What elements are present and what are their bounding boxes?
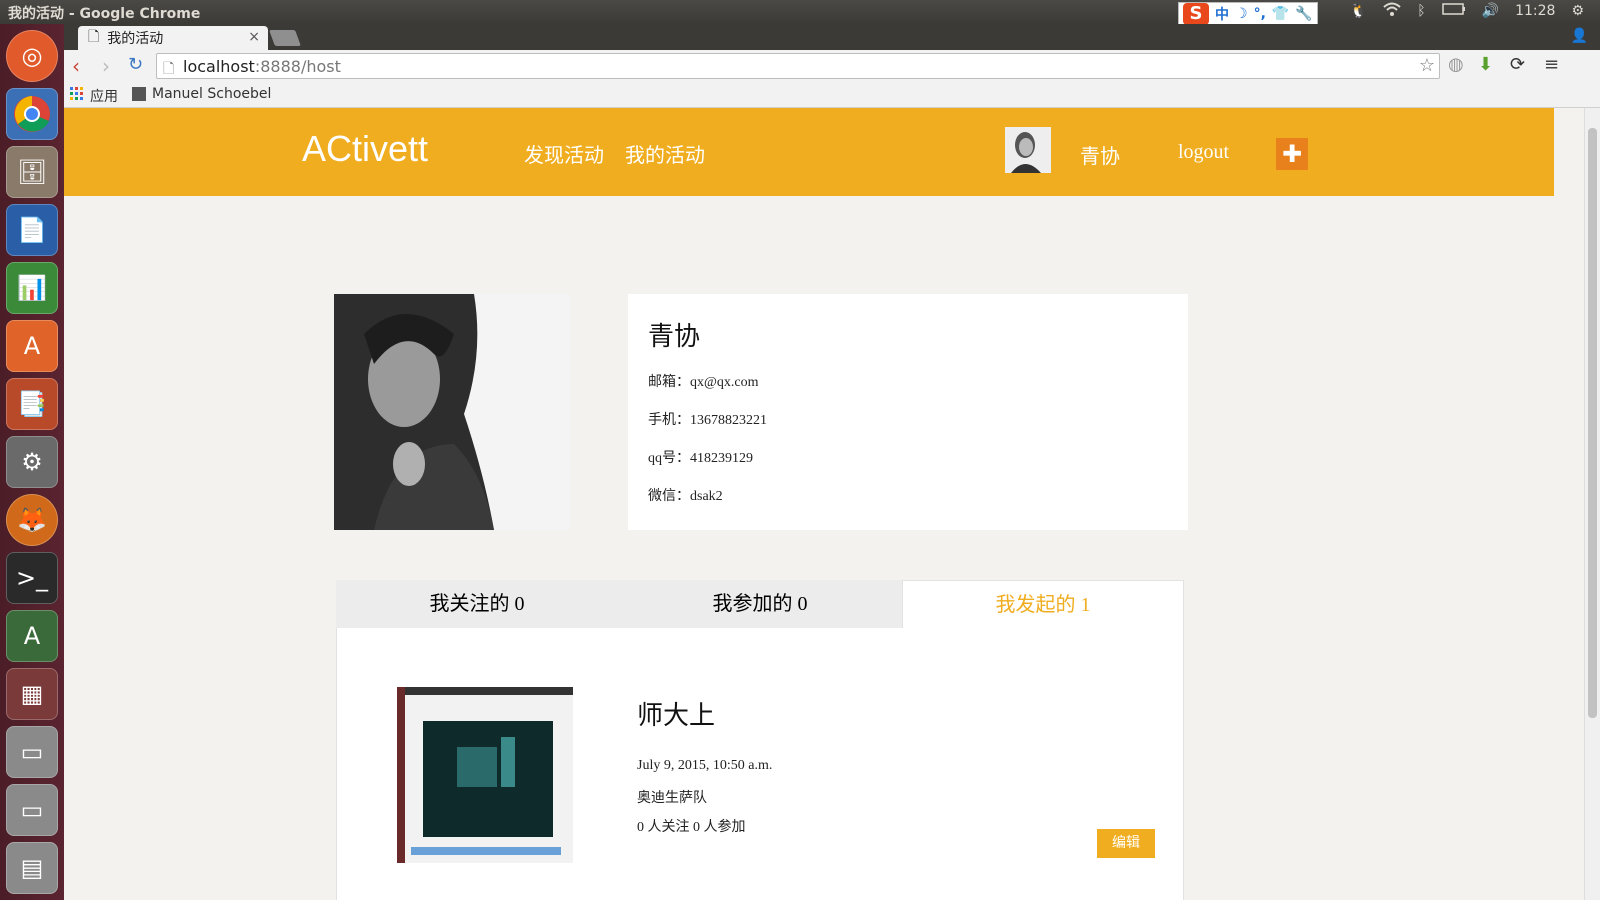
sogou-ime-icon[interactable]: S xyxy=(1183,3,1209,25)
profile-photo xyxy=(334,294,570,530)
trash-icon[interactable]: ▤ xyxy=(6,842,58,894)
nav-discover-events[interactable]: 发现活动 xyxy=(524,139,604,168)
gear-icon[interactable]: ⚙ xyxy=(1571,3,1584,19)
bookmark-apps-label: 应用 xyxy=(90,89,118,105)
chrome-icon[interactable] xyxy=(6,88,58,140)
tab-strip: 🗋 我的活动 × 👤 xyxy=(64,24,1600,50)
browser-toolbar: ‹ › ↻ 🗋 localhost :8888/host ☆ ◍ ⬇ ⟳ ≡ xyxy=(64,50,1600,82)
drive-icon-2[interactable]: ▭ xyxy=(6,784,58,836)
tab-joined[interactable]: 我参加的 0 xyxy=(618,580,902,628)
ime-halfwidth-icon[interactable]: ☽ xyxy=(1235,6,1248,22)
page-info-icon[interactable]: 🗋 xyxy=(163,58,174,82)
volume-icon[interactable]: 🔊 xyxy=(1482,3,1499,19)
event-stats: 0 人关注 0 人参加 xyxy=(637,820,746,835)
terminal-icon[interactable]: >_ xyxy=(6,552,58,604)
firefox-icon[interactable]: 🦊 xyxy=(6,494,58,546)
bookmark-star-icon[interactable]: ☆ xyxy=(1419,55,1435,76)
address-bar[interactable]: 🗋 localhost :8888/host ☆ xyxy=(156,53,1440,79)
new-tab-button[interactable] xyxy=(269,30,301,46)
browser-window: 🗋 我的活动 × 👤 ‹ › ↻ 🗋 localhost :8888/host … xyxy=(64,24,1600,900)
ime-toolbar[interactable]: S 中 ☽ °, 👕 🔧 xyxy=(1178,2,1318,26)
software-updater-icon[interactable]: A xyxy=(6,610,58,662)
page-icon: 🗋 xyxy=(88,29,100,45)
event-datetime: July 9, 2015, 10:50 a.m. xyxy=(637,758,773,773)
header-username[interactable]: 青协 xyxy=(1080,140,1120,169)
tab-panel: 师大上 July 9, 2015, 10:50 a.m. 奥迪生萨队 0 人关注… xyxy=(336,628,1184,900)
extension-globe-icon[interactable]: ◍ xyxy=(1448,54,1464,75)
drive-icon[interactable]: ▭ xyxy=(6,726,58,778)
close-icon[interactable]: × xyxy=(248,29,260,45)
forward-icon[interactable]: › xyxy=(102,54,110,78)
ime-skin-icon[interactable]: 👕 xyxy=(1272,6,1289,22)
ime-punctuation-icon[interactable]: °, xyxy=(1254,6,1266,22)
sync-icon[interactable]: ⟳ xyxy=(1510,54,1525,75)
activity-tabs: 我关注的 0 我参加的 0 我发起的 1 xyxy=(336,580,1184,628)
site-logo[interactable]: ACtivett xyxy=(302,128,428,170)
ime-mode-chinese[interactable]: 中 xyxy=(1215,4,1229,24)
bookmark-apps[interactable]: 应用 xyxy=(70,86,118,106)
file-manager-icon[interactable]: 🗄 xyxy=(6,146,58,198)
nav-my-events[interactable]: 我的活动 xyxy=(625,139,705,168)
qq-tray-icon[interactable]: 🐧 xyxy=(1350,3,1367,19)
download-arrow-icon[interactable]: ⬇ xyxy=(1478,54,1493,75)
page-scrollbar[interactable] xyxy=(1584,108,1600,900)
edit-button[interactable]: 编辑 xyxy=(1097,829,1155,858)
unity-launcher: ◎ 🗄 📄 📊 A 📑 ⚙ 🦊 >_ A ▦ ▭ ▭ ▤ xyxy=(0,24,64,900)
profile-email: 邮箱：qx@qx.com xyxy=(648,375,759,390)
system-tray: 🐧 ᛒ 🔊 11:28 ⚙ xyxy=(1350,2,1584,20)
battery-icon[interactable] xyxy=(1441,3,1466,19)
wifi-icon[interactable] xyxy=(1383,2,1401,20)
profile-wechat: 微信：dsak2 xyxy=(648,489,723,504)
bookmark-item[interactable]: Manuel Schoebel xyxy=(132,86,271,102)
bluetooth-icon[interactable]: ᛒ xyxy=(1417,3,1425,19)
profile-card: 青协 邮箱：qx@qx.com 手机：13678823221 qq号：41823… xyxy=(628,294,1188,530)
profile-name: 青协 xyxy=(648,322,701,352)
tab-following[interactable]: 我关注的 0 xyxy=(336,580,618,628)
event-title[interactable]: 师大上 xyxy=(637,695,715,732)
ime-settings-icon[interactable]: 🔧 xyxy=(1295,6,1312,22)
workspace-switcher-icon[interactable]: ▦ xyxy=(6,668,58,720)
url-path: :8888/host xyxy=(254,56,341,76)
page-viewport: ACtivett 发现活动 我的活动 青协 logout ✚ 青协 邮箱：qx@… xyxy=(64,108,1600,900)
url-host: localhost xyxy=(183,56,255,76)
writer-icon[interactable]: 📄 xyxy=(6,204,58,256)
software-center-icon[interactable]: A xyxy=(6,320,58,372)
calc-icon[interactable]: 📊 xyxy=(6,262,58,314)
add-event-button[interactable]: ✚ xyxy=(1276,138,1308,170)
reload-icon[interactable]: ↻ xyxy=(128,54,143,75)
apps-grid-icon xyxy=(70,87,84,105)
menu-icon[interactable]: ≡ xyxy=(1544,54,1559,75)
ubuntu-dash-icon[interactable]: ◎ xyxy=(6,30,58,82)
profile-qq: qq号：418239129 xyxy=(648,451,753,466)
avatar[interactable] xyxy=(1005,127,1051,173)
clock[interactable]: 11:28 xyxy=(1515,3,1555,19)
bookmarks-bar: 应用 Manuel Schoebel xyxy=(64,82,1600,108)
window-title: 我的活动 - Google Chrome xyxy=(8,6,201,22)
event-thumbnail[interactable] xyxy=(397,687,573,863)
site-header: ACtivett 发现活动 我的活动 青协 logout ✚ xyxy=(64,108,1554,196)
bookmark-item-label: Manuel Schoebel xyxy=(152,86,272,102)
system-settings-icon[interactable]: ⚙ xyxy=(6,436,58,488)
tab-title: 我的活动 xyxy=(107,31,164,47)
impress-icon[interactable]: 📑 xyxy=(6,378,58,430)
profile-phone: 手机：13678823221 xyxy=(648,413,767,428)
tab-created[interactable]: 我发起的 1 xyxy=(902,580,1184,628)
system-top-panel: 我的活动 - Google Chrome S 中 ☽ °, 👕 🔧 🐧 ᛒ 🔊 … xyxy=(0,0,1600,26)
scrollbar-thumb[interactable] xyxy=(1588,128,1597,718)
event-location: 奥迪生萨队 xyxy=(637,791,707,806)
browser-tab-active[interactable]: 🗋 我的活动 × xyxy=(78,26,268,50)
bookmark-favicon-icon xyxy=(132,87,146,101)
logout-link[interactable]: logout xyxy=(1178,141,1229,164)
profile-icon[interactable]: 👤 xyxy=(1571,28,1588,44)
back-icon[interactable]: ‹ xyxy=(72,54,80,78)
